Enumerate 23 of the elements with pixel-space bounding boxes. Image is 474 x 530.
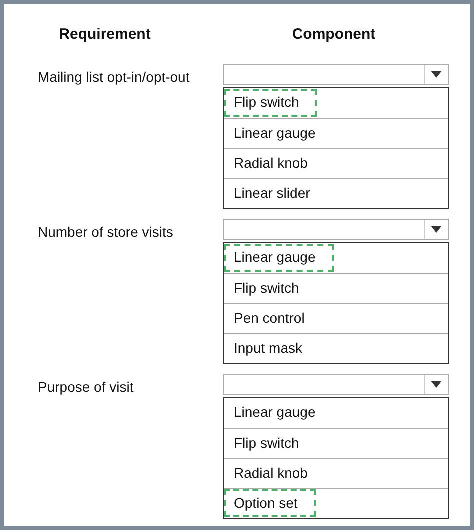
option-item[interactable]: Linear gauge bbox=[224, 398, 334, 426]
dropdown[interactable] bbox=[223, 374, 449, 394]
option-item[interactable]: Flip switch bbox=[224, 429, 318, 457]
option-item[interactable]: Radial knob bbox=[224, 149, 326, 177]
option-item[interactable]: Radial knob bbox=[224, 459, 326, 487]
option-item[interactable]: Linear slider bbox=[224, 179, 328, 207]
column-header: Requirement bbox=[58, 25, 152, 45]
dropdown[interactable] bbox=[223, 218, 449, 240]
caret-icon bbox=[431, 226, 442, 232]
option-item[interactable]: Linear gauge bbox=[224, 244, 334, 272]
option-item[interactable]: Flip switch bbox=[224, 88, 318, 116]
requirement-label: Purpose of visit bbox=[38, 378, 134, 394]
option-item[interactable]: Linear gauge bbox=[224, 119, 334, 147]
option-item[interactable]: Option set bbox=[224, 489, 316, 517]
option-item[interactable]: Input mask bbox=[224, 334, 320, 362]
option-item[interactable]: Pen control bbox=[224, 304, 323, 332]
option-item[interactable]: Flip switch bbox=[224, 274, 318, 302]
dropdown[interactable] bbox=[223, 64, 449, 84]
caret-icon bbox=[431, 70, 442, 78]
requirement-label: Number of store visits bbox=[38, 224, 174, 240]
caret-icon bbox=[431, 380, 442, 388]
column-header: Component bbox=[291, 25, 377, 45]
requirement-label: Mailing list opt-in/opt-out bbox=[38, 68, 190, 84]
